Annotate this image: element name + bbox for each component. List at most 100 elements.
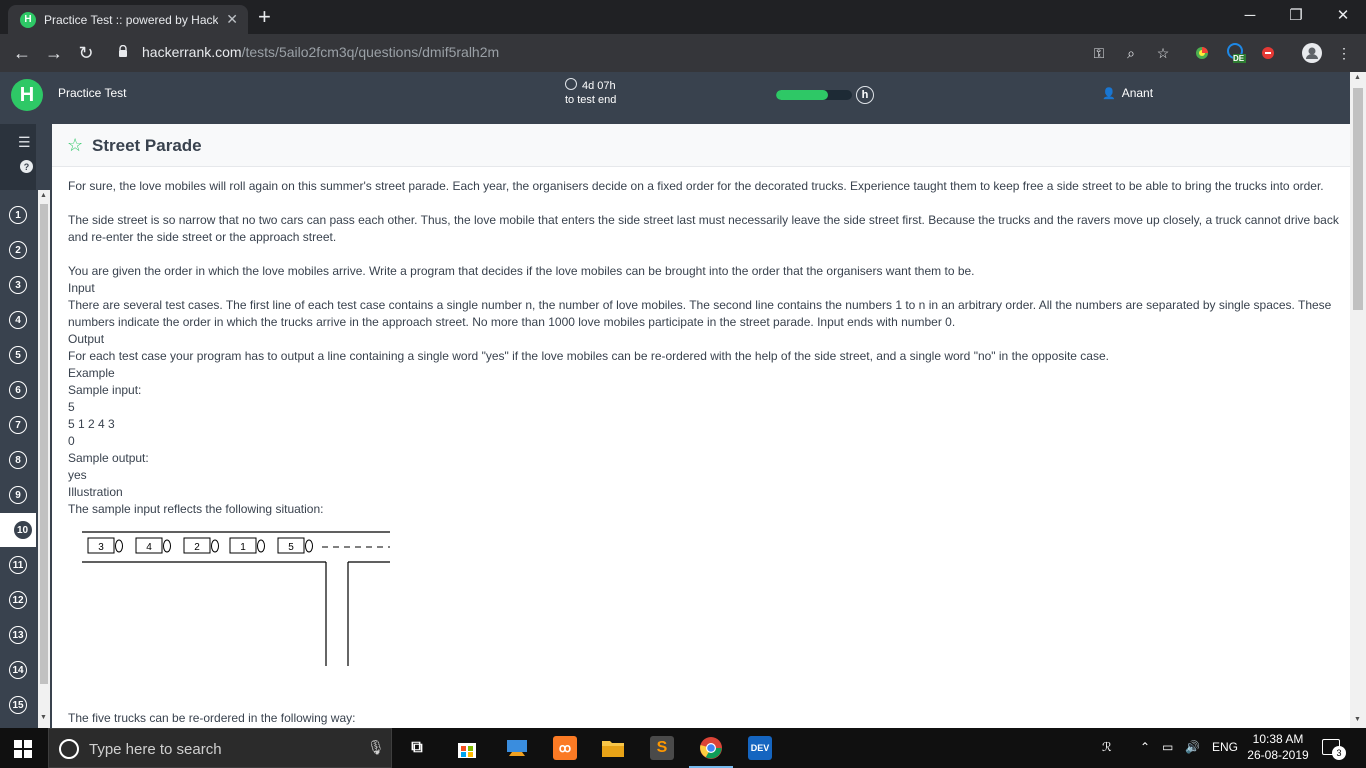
pc-app-icon[interactable] [505,736,529,760]
scroll-up-icon[interactable]: ▲ [40,192,47,199]
new-tab-button[interactable]: + [258,4,271,30]
language-indicator[interactable]: ENG [1212,740,1238,754]
lock-icon [119,45,127,57]
minimize-button[interactable]: ─ [1227,0,1273,30]
key-icon[interactable]: ⚿ [1089,43,1109,63]
question-body: For sure, the love mobiles will roll aga… [68,178,1343,750]
record-extension-icon[interactable] [1258,43,1278,63]
illustration-caption: The sample input reflects the following … [68,502,324,516]
volume-icon[interactable]: 🔊 [1185,740,1200,754]
zoom-icon[interactable]: ⌕ [1121,43,1141,63]
sidebar-question-13[interactable]: 13 [9,626,27,644]
reorder-caption: The five trucks can be re-ordered in the… [68,711,356,725]
hackerrank-favicon-icon: H [20,11,36,28]
store-icon[interactable] [455,736,479,760]
user-menu[interactable]: 👤 Anant [1102,86,1153,100]
truck-wheel [305,539,313,553]
sidebar-question-15[interactable]: 15 [9,696,27,714]
taskbar-search[interactable]: Type here to search 🎙 [48,728,392,768]
browser-tab-bar: H Practice Test :: powered by Hacke ✕ + … [0,0,1366,34]
restore-button[interactable]: ❐ [1273,0,1319,30]
battery-icon[interactable]: ▭ [1162,740,1173,754]
truck-5: 5 [277,537,313,554]
microphone-icon[interactable]: 🎙 [367,739,385,756]
sidebar-question-5[interactable]: 5 [9,346,27,364]
page-scroll-thumb[interactable] [1353,88,1363,310]
sidebar-scrollbar[interactable]: ▲ ▼ [38,190,50,730]
user-icon: 👤 [1102,88,1116,100]
clock-time: 10:38 AM [1252,732,1304,746]
devcpp-icon[interactable]: DEV [748,736,772,760]
scroll-up-icon[interactable]: ▲ [1354,74,1361,81]
help-icon[interactable]: ? [20,160,33,173]
scroll-down-icon[interactable]: ▼ [40,714,47,721]
chrome-taskbar-icon[interactable] [689,736,733,768]
page-scrollbar[interactable]: ▲ ▼ [1350,72,1366,728]
extension-badge: DE [1233,54,1245,63]
sublime-text-icon[interactable]: S [650,736,674,760]
input-heading: Input [68,281,95,295]
bookmark-star-icon[interactable]: ☆ [1153,43,1173,63]
chrome-menu-icon[interactable]: ⋮ [1334,43,1354,63]
bookmark-star-icon[interactable]: ☆ [67,135,83,156]
truck-label: 5 [288,542,294,553]
sample-input-label: Sample input: [68,383,142,397]
sidebar-question-1[interactable]: 1 [9,206,27,224]
windows-start-icon[interactable] [14,740,32,758]
reload-button[interactable]: ↻ [74,41,98,65]
test-progress-bar [776,90,852,100]
question-list-icon[interactable]: ☰ [18,134,32,151]
truck-2: 2 [183,537,219,554]
sidebar-question-12[interactable]: 12 [9,591,27,609]
output-heading: Output [68,332,105,346]
url-path: /tests/5ailo2fcm3q/questions/dmif5ralh2m [241,44,500,60]
sidebar-question-10[interactable]: 10 [0,513,36,547]
sidebar-question-4[interactable]: 4 [9,311,27,329]
sidebar-question-2[interactable]: 2 [9,241,27,259]
sidebar-question-9[interactable]: 9 [9,486,27,504]
user-name: Anant [1121,86,1154,100]
paragraph-side-street: The side street is so narrow that no two… [68,213,1339,244]
sidebar-scroll-thumb[interactable] [40,204,48,684]
sample-input-line: 5 1 2 4 3 [68,417,115,431]
sidebar-question-14[interactable]: 14 [9,661,27,679]
browser-toolbar: ← → ↻ hackerrank.com/tests/5ailo2fcm3q/q… [0,34,1366,72]
hackerrank-mini-logo-icon: h [856,86,874,104]
sidebar-question-8[interactable]: 8 [9,451,27,469]
system-clock[interactable]: 10:38 AM 26-08-2019 [1247,731,1309,763]
input-description: There are several test cases. The first … [68,298,1332,329]
sidebar-top: ☰ ? [0,124,36,190]
address-bar[interactable]: hackerrank.com/tests/5ailo2fcm3q/questio… [142,44,499,60]
people-icon[interactable]: ℛ [1102,740,1112,754]
task-view-icon[interactable]: ⧉ [405,736,429,760]
question-number-label: 10 [13,521,32,539]
sidebar-question-11[interactable]: 11 [9,556,27,574]
sample-input-line: 5 [68,400,75,414]
file-explorer-icon[interactable] [601,736,625,760]
xampp-icon[interactable]: ꝏ [553,736,577,760]
truck-label: 1 [240,542,246,553]
sidebar-question-7[interactable]: 7 [9,416,27,434]
tab-close-icon[interactable]: ✕ [226,11,238,28]
clock-date: 26-08-2019 [1247,748,1309,762]
truck-4: 4 [135,537,171,554]
sidebar-question-6[interactable]: 6 [9,381,27,399]
url-host: hackerrank.com [142,44,242,60]
sidebar-question-3[interactable]: 3 [9,276,27,294]
forward-button[interactable]: → [42,41,66,65]
sample-output-line: yes [68,468,87,482]
truck-wheel [257,539,265,553]
sample-input-line: 0 [68,434,75,448]
extension-colorful-icon[interactable] [1192,43,1212,63]
back-button[interactable]: ← [10,41,34,65]
tray-expand-icon[interactable]: ⌃ [1140,740,1150,754]
hackerrank-logo[interactable]: H [11,79,43,111]
close-window-button[interactable]: ✕ [1320,0,1366,30]
scroll-down-icon[interactable]: ▼ [1354,716,1361,723]
notification-count-badge: 3 [1332,746,1346,760]
truck-label: 3 [98,542,104,553]
browser-tab[interactable]: H Practice Test :: powered by Hacke ✕ [8,5,248,34]
paragraph-intro: For sure, the love mobiles will roll aga… [68,179,1324,193]
truck-1: 1 [229,537,265,554]
profile-avatar-icon[interactable] [1302,43,1322,63]
